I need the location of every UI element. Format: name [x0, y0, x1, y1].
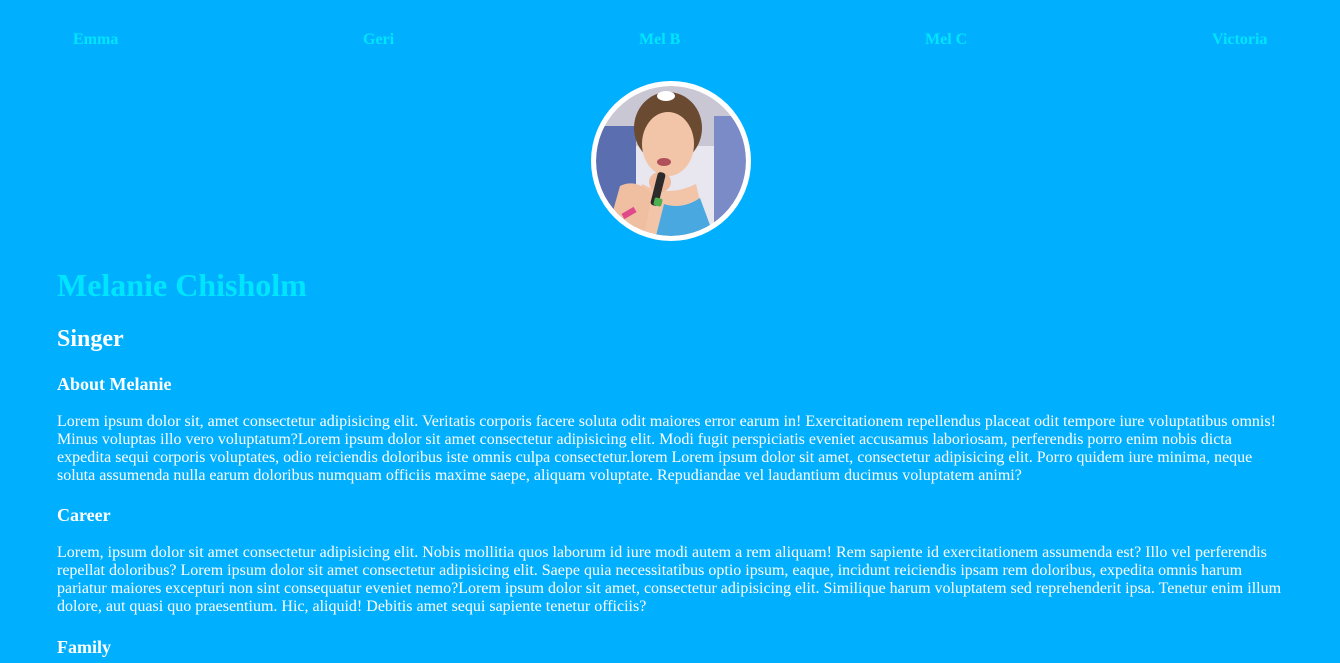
nav-link-victoria[interactable]: Victoria	[1212, 30, 1267, 50]
about-text: Lorem ipsum dolor sit, amet consectetur …	[57, 413, 1276, 484]
profile-role: Singer	[57, 326, 124, 352]
nav-link-mel-c[interactable]: Mel C	[925, 30, 967, 50]
career-heading: Career	[57, 505, 111, 525]
nav-link-mel-b[interactable]: Mel B	[639, 30, 680, 50]
family-heading: Family	[57, 637, 111, 657]
career-text: Lorem, ipsum dolor sit amet consectetur …	[57, 544, 1282, 615]
top-navigation: Emma Geri Mel B Mel C Victoria	[0, 30, 1340, 50]
profile-name: Melanie Chisholm	[57, 267, 307, 303]
profile-photo	[596, 86, 746, 236]
nav-link-emma[interactable]: Emma	[73, 30, 118, 50]
nav-link-geri[interactable]: Geri	[363, 30, 394, 50]
about-heading: About Melanie	[57, 374, 172, 394]
profile-avatar	[591, 81, 751, 241]
